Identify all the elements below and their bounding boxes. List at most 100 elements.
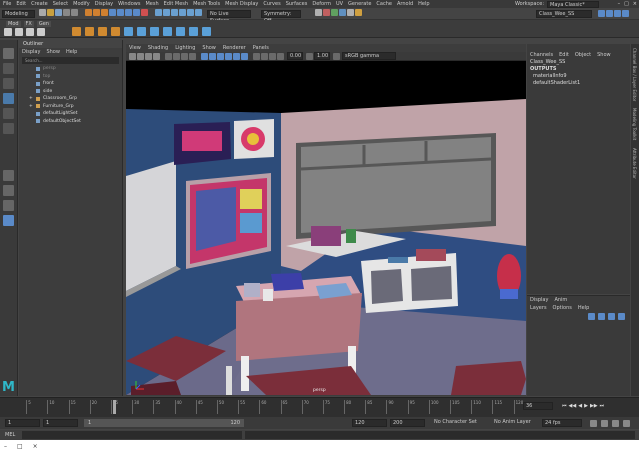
outliner-item-persp[interactable]: persp <box>19 65 122 73</box>
window-minimize-icon[interactable]: – <box>618 1 621 7</box>
poly-cylinder-icon[interactable] <box>98 27 107 36</box>
minimize-icon[interactable]: – <box>4 443 7 450</box>
menu-arnold[interactable]: Arnold <box>397 1 413 7</box>
time-slider[interactable]: 5101520253035404550556065707580859095100… <box>0 397 639 417</box>
outliner-item-top[interactable]: top <box>19 73 122 81</box>
viewport-menu-shading[interactable]: Shading <box>148 44 168 52</box>
resolution-gate-icon[interactable] <box>181 52 188 60</box>
four-view-icon[interactable] <box>3 185 14 196</box>
menu-mesh-display[interactable]: Mesh Display <box>225 1 258 7</box>
layer-down-icon[interactable] <box>598 313 605 320</box>
command-input[interactable] <box>22 431 242 439</box>
outliner-item-furniture_grp[interactable]: + Furniture_Grp <box>19 103 122 111</box>
wireframe-icon[interactable] <box>201 52 208 60</box>
xray-joints-icon[interactable] <box>269 52 276 60</box>
undo-icon[interactable] <box>63 9 70 16</box>
outliner-menu-display[interactable]: Display <box>22 48 40 56</box>
workspace-selector[interactable]: Workspace: Maya Classic* <box>515 0 599 8</box>
attribute-toggle-icon[interactable] <box>606 10 613 17</box>
lasso-tool-icon[interactable] <box>3 63 14 74</box>
isolate-select-icon[interactable] <box>253 52 260 60</box>
auto-key-icon[interactable] <box>612 420 619 427</box>
menu-deform[interactable]: Deform <box>312 1 331 7</box>
go-to-start-icon[interactable]: ⏮ <box>562 403 567 409</box>
outliner-menu-show[interactable]: Show <box>46 48 60 56</box>
menu-curves[interactable]: Curves <box>263 1 280 7</box>
menu-modify[interactable]: Modify <box>73 1 90 7</box>
output-node[interactable]: defaultShaderList1 <box>533 80 630 87</box>
hypershade-icon[interactable] <box>339 9 346 16</box>
layer-menu-layers[interactable]: Layers <box>530 304 547 312</box>
outliner-item-front[interactable]: front <box>19 80 122 88</box>
outliner-search-input[interactable]: Search... <box>22 57 119 64</box>
snap-point-icon[interactable] <box>171 9 178 16</box>
menu-create[interactable]: Create <box>31 1 48 7</box>
menu-mesh[interactable]: Mesh <box>145 1 158 7</box>
snap-live-icon[interactable] <box>195 9 202 16</box>
menu-edit[interactable]: Edit <box>16 1 26 7</box>
grid-icon[interactable] <box>165 52 172 60</box>
channel-box-toggle-icon[interactable] <box>622 10 629 17</box>
menu-edit-mesh[interactable]: Edit Mesh <box>164 1 188 7</box>
shelf-tab-gen[interactable]: Gen <box>36 21 51 27</box>
open-scene-icon[interactable] <box>47 9 54 16</box>
move-tool-icon[interactable] <box>3 93 14 104</box>
multicut-icon[interactable] <box>176 27 185 36</box>
layer-up-icon[interactable] <box>588 313 595 320</box>
lock-selection-icon[interactable] <box>141 9 148 16</box>
current-frame-field[interactable]: 36 <box>523 402 553 410</box>
uv-mask-icon[interactable] <box>133 9 140 16</box>
xray-icon[interactable] <box>261 52 268 60</box>
textured-icon[interactable] <box>225 52 232 60</box>
edge-mask-icon[interactable] <box>117 9 124 16</box>
viewport-menu-lighting[interactable]: Lighting <box>175 44 195 52</box>
uv-editor-icon[interactable] <box>202 27 211 36</box>
bridge-icon[interactable] <box>150 27 159 36</box>
channel-menu-channels[interactable]: Channels <box>530 51 553 59</box>
select-object-icon[interactable] <box>93 9 100 16</box>
exposure-field[interactable]: 0.00 <box>287 52 303 60</box>
merge-icon[interactable] <box>163 27 172 36</box>
poly-plane-icon[interactable] <box>111 27 120 36</box>
select-component-icon[interactable] <box>101 9 108 16</box>
go-to-end-icon[interactable]: ⏭ <box>600 403 605 409</box>
gamma-icon[interactable] <box>306 52 313 60</box>
outliner-layout-icon[interactable] <box>3 215 14 226</box>
snap-view-icon[interactable] <box>179 9 186 16</box>
lights-icon[interactable] <box>233 52 240 60</box>
selected-object-name[interactable]: Class_Wee_SS <box>527 59 630 66</box>
extrude-icon[interactable] <box>124 27 133 36</box>
render-view-icon[interactable] <box>347 9 354 16</box>
scale-tool-icon[interactable] <box>3 123 14 134</box>
sphere-icon[interactable] <box>4 28 12 36</box>
menu-display[interactable]: Display <box>95 1 113 7</box>
save-scene-icon[interactable] <box>55 9 62 16</box>
paint-select-icon[interactable] <box>3 78 14 89</box>
audio-icon[interactable] <box>601 420 608 427</box>
expand-icon[interactable]: + <box>29 103 33 111</box>
outliner-item-defaultobjectset[interactable]: defaultObjectSet <box>19 118 122 126</box>
menu-uv[interactable]: UV <box>336 1 343 7</box>
bevel-icon[interactable] <box>137 27 146 36</box>
arnold-icon[interactable] <box>355 9 362 16</box>
menu-surfaces[interactable]: Surfaces <box>286 1 308 7</box>
play-forward-icon[interactable]: ▶ <box>584 403 588 409</box>
end-time-field[interactable]: 200 <box>390 419 425 427</box>
camera-attr-icon[interactable] <box>137 52 144 60</box>
select-tool-icon[interactable] <box>3 48 14 59</box>
ipr-render-icon[interactable] <box>323 9 330 16</box>
layer-menu-help[interactable]: Help <box>578 304 589 312</box>
outliner-toggle-icon[interactable] <box>598 10 605 17</box>
menu-mesh-tools[interactable]: Mesh Tools <box>193 1 220 7</box>
anim-layer-field[interactable]: No Anim Layer <box>492 419 538 427</box>
new-layer-icon[interactable] <box>608 313 615 320</box>
image-plane-icon[interactable] <box>153 52 160 60</box>
rotate-tool-icon[interactable] <box>3 108 14 119</box>
maximize-icon[interactable]: □ <box>17 443 23 450</box>
play-back-icon[interactable]: ◀ <box>578 403 582 409</box>
step-back-icon[interactable]: ◀◀ <box>569 403 577 409</box>
playback-end-field[interactable]: 120 <box>352 419 387 427</box>
mel-label[interactable]: MEL <box>5 432 15 438</box>
output-node[interactable]: materialInfo9 <box>533 73 630 80</box>
loop-icon[interactable] <box>590 420 597 427</box>
